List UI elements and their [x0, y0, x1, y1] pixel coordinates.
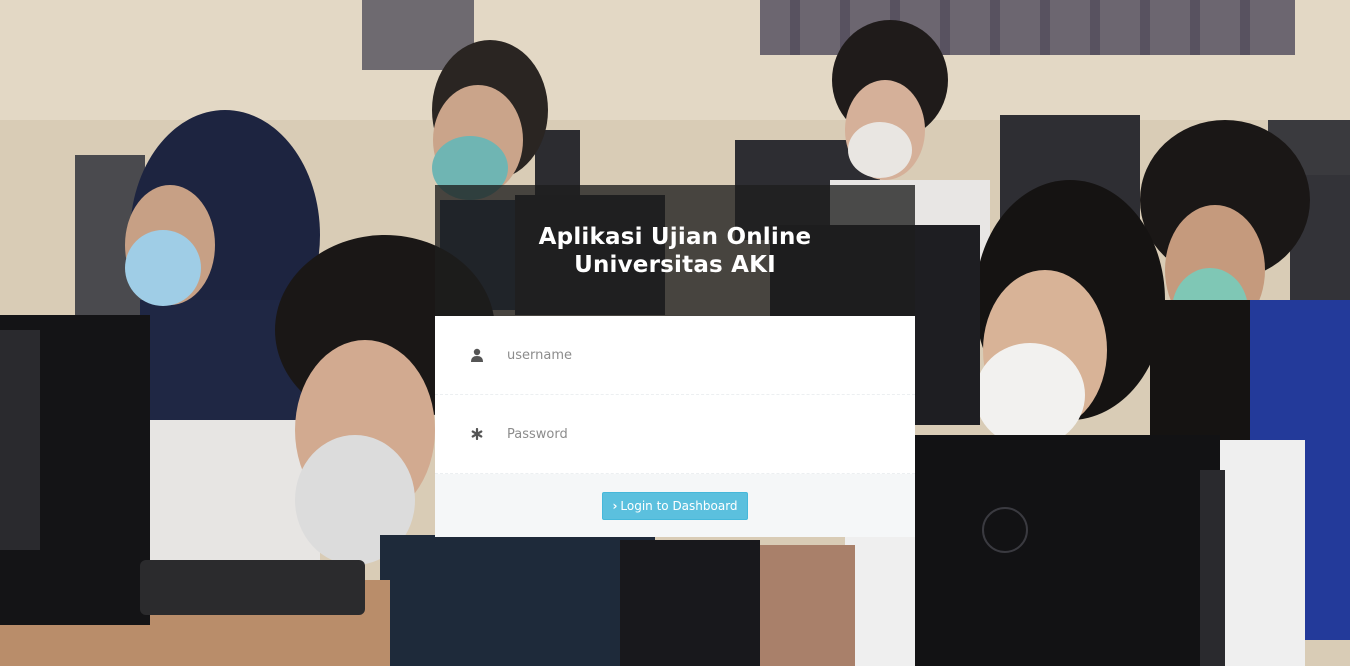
- login-footer: › Login to Dashboard: [435, 474, 915, 537]
- app-title-line2: Universitas AKI: [574, 251, 776, 278]
- chevron-right-icon: ›: [612, 498, 618, 513]
- app-title-line1: Aplikasi Ujian Online: [538, 223, 812, 250]
- username-row: [435, 316, 915, 395]
- password-input[interactable]: [507, 426, 887, 442]
- username-input[interactable]: [507, 347, 887, 363]
- login-button[interactable]: › Login to Dashboard: [602, 491, 748, 520]
- login-header: Aplikasi Ujian Online Universitas AKI: [435, 185, 915, 316]
- asterisk-icon: [469, 426, 485, 442]
- login-form: [435, 316, 915, 474]
- user-icon: [469, 347, 485, 363]
- password-row: [435, 395, 915, 474]
- login-button-label: Login to Dashboard: [620, 498, 738, 513]
- login-panel: Aplikasi Ujian Online Universitas AKI us…: [435, 185, 915, 537]
